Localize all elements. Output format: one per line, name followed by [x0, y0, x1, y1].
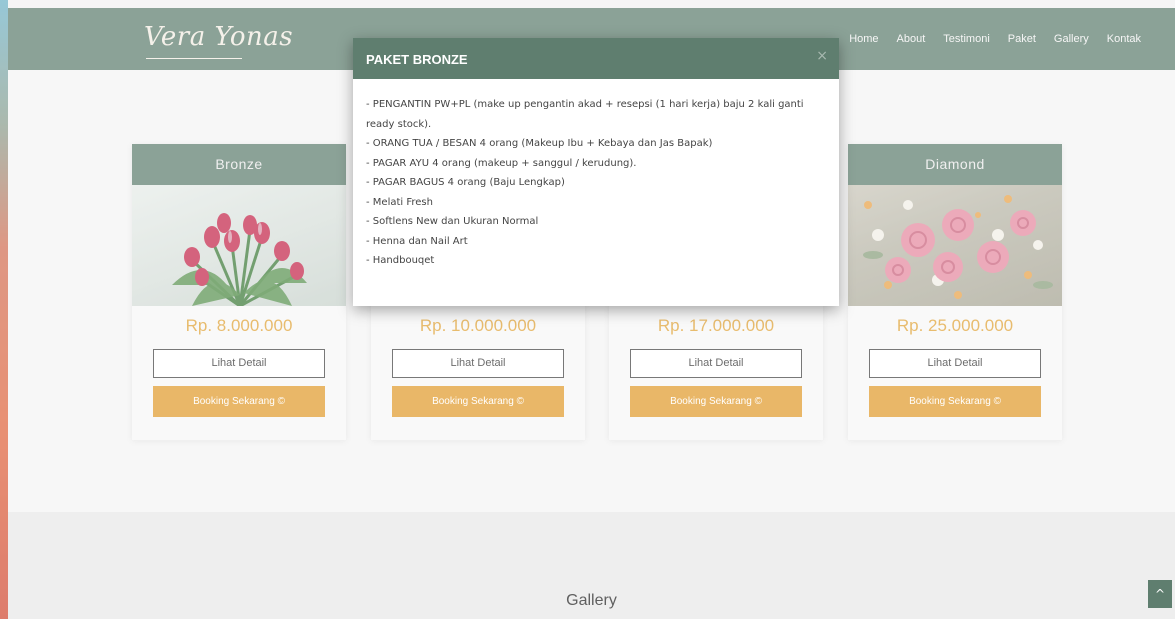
package-detail-modal: PAKET BRONZE × - PENGANTIN PW+PL (make u…: [353, 38, 839, 306]
package-item: - Henna dan Nail Art: [366, 235, 468, 247]
package-item: - Melati Fresh: [366, 196, 433, 208]
package-item: - PENGANTIN PW+PL (make up pengantin aka…: [366, 99, 804, 110]
modal-body: - PENGANTIN PW+PL (make up pengantin aka…: [353, 79, 839, 271]
chevron-up-icon: ^: [1154, 587, 1166, 601]
modal-header: PAKET BRONZE ×: [353, 38, 839, 79]
package-item: - ORANG TUA / BESAN 4 orang (Makeup Ibu …: [366, 138, 713, 149]
package-item: - Softlens New dan Ukuran Normal: [366, 216, 539, 227]
package-item: - PAGAR AYU 4 orang (makeup + sanggul / …: [366, 157, 637, 169]
modal-title: PAKET BRONZE: [366, 52, 468, 67]
scroll-to-top-button[interactable]: ^: [1148, 580, 1172, 608]
package-item: ready stock).: [366, 118, 432, 130]
package-item: - Handbouqet: [366, 255, 435, 266]
package-item: - PAGAR BAGUS 4 orang (Baju Lengkap): [366, 177, 565, 188]
close-icon[interactable]: ×: [816, 48, 828, 64]
